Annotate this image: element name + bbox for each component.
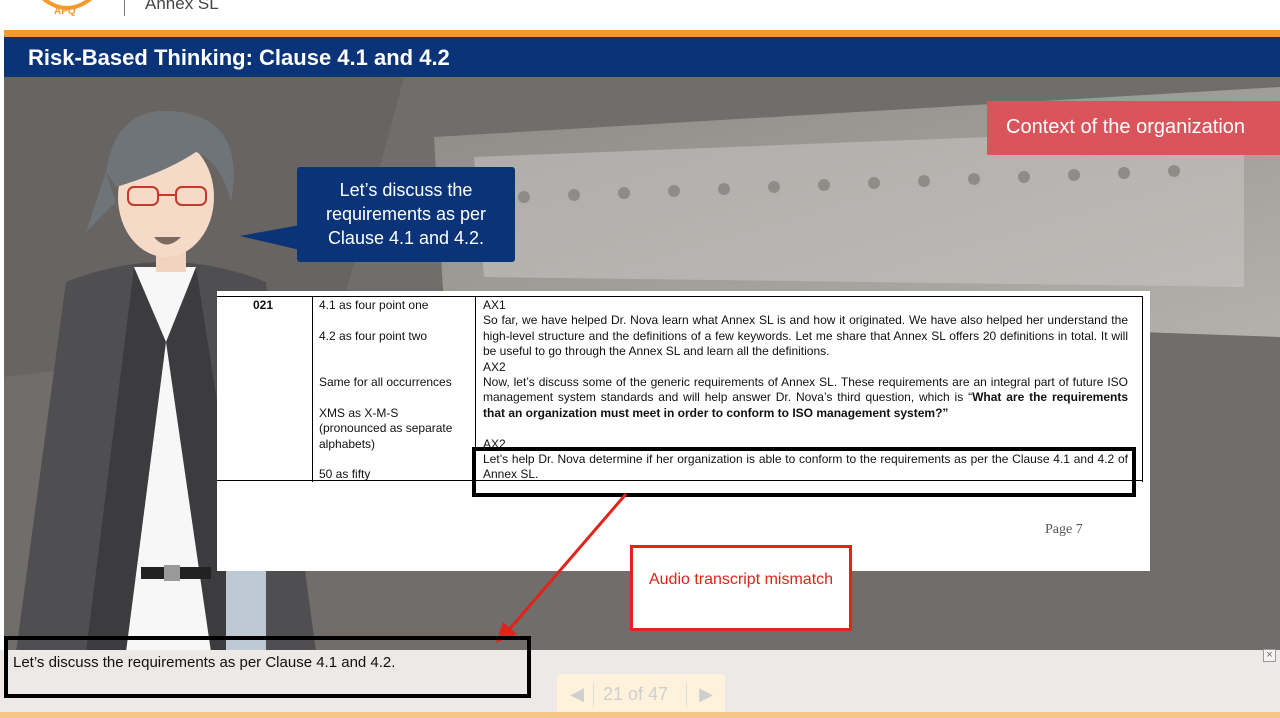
previous-slide-icon[interactable]: ◀	[565, 682, 589, 706]
annotation-label: Audio transcript mismatch	[630, 545, 852, 631]
pronunciation-note: 4.1 as four point one	[319, 298, 429, 312]
pronunciation-note: (pronounced as separate	[319, 421, 453, 436]
script-document: 021 4.1 as four point one 4.2 as four po…	[217, 291, 1150, 571]
pronunciation-note: Same for all occurrences	[319, 375, 452, 389]
slide-counter: 21 of 47	[603, 684, 669, 704]
pronunciation-notes: 4.1 as four point one 4.2 as four point …	[319, 298, 471, 498]
pronunciation-note: alphabets)	[319, 436, 376, 451]
pronunciation-note: 4.2 as four point two	[319, 328, 428, 343]
svg-text:APQ: APQ	[54, 6, 76, 17]
slide-title: Risk-Based Thinking: Clause 4.1 and 4.2	[28, 45, 450, 70]
slide-stage: Context of the organization Let’s discus…	[4, 77, 1280, 650]
slide-navigation: ◀ 21 of 47 ▶	[557, 674, 725, 714]
narration-paragraph: So far, we have helped Dr. Nova learn wh…	[483, 313, 1128, 359]
accent-line	[4, 30, 1280, 37]
caption-highlight-box	[4, 636, 531, 698]
audio-marker: AX2	[483, 359, 506, 374]
context-tag: Context of the organization	[987, 101, 1280, 155]
header-divider	[124, 0, 125, 16]
speech-bubble: Let’s discuss the requirements as per Cl…	[297, 167, 515, 262]
top-header: APQ Annex SL	[0, 0, 1280, 30]
logo-icon: APQ	[41, 0, 93, 17]
slide-title-bar: Risk-Based Thinking: Clause 4.1 and 4.2	[4, 37, 1280, 77]
page-number: Page 7	[1045, 522, 1083, 537]
table-column-divider	[1142, 297, 1143, 482]
scene-number: 021	[253, 298, 274, 312]
highlight-box	[472, 447, 1136, 497]
nav-divider	[593, 683, 594, 707]
next-slide-icon[interactable]: ▶	[694, 682, 718, 706]
table-column-divider	[312, 297, 313, 482]
narration-paragraph: Now, let’s discuss some of the generic r…	[483, 375, 1128, 421]
pronunciation-note: 50 as fifty	[319, 467, 371, 482]
nav-divider	[686, 683, 687, 707]
audio-marker: AX1	[483, 298, 506, 312]
course-title: Annex SL	[145, 0, 219, 13]
close-caption-icon[interactable]: ×	[1263, 649, 1276, 662]
pronunciation-note: XMS as X-M-S	[319, 405, 399, 420]
speech-bubble-tail	[240, 225, 300, 250]
bottom-accent-line	[0, 712, 1280, 718]
